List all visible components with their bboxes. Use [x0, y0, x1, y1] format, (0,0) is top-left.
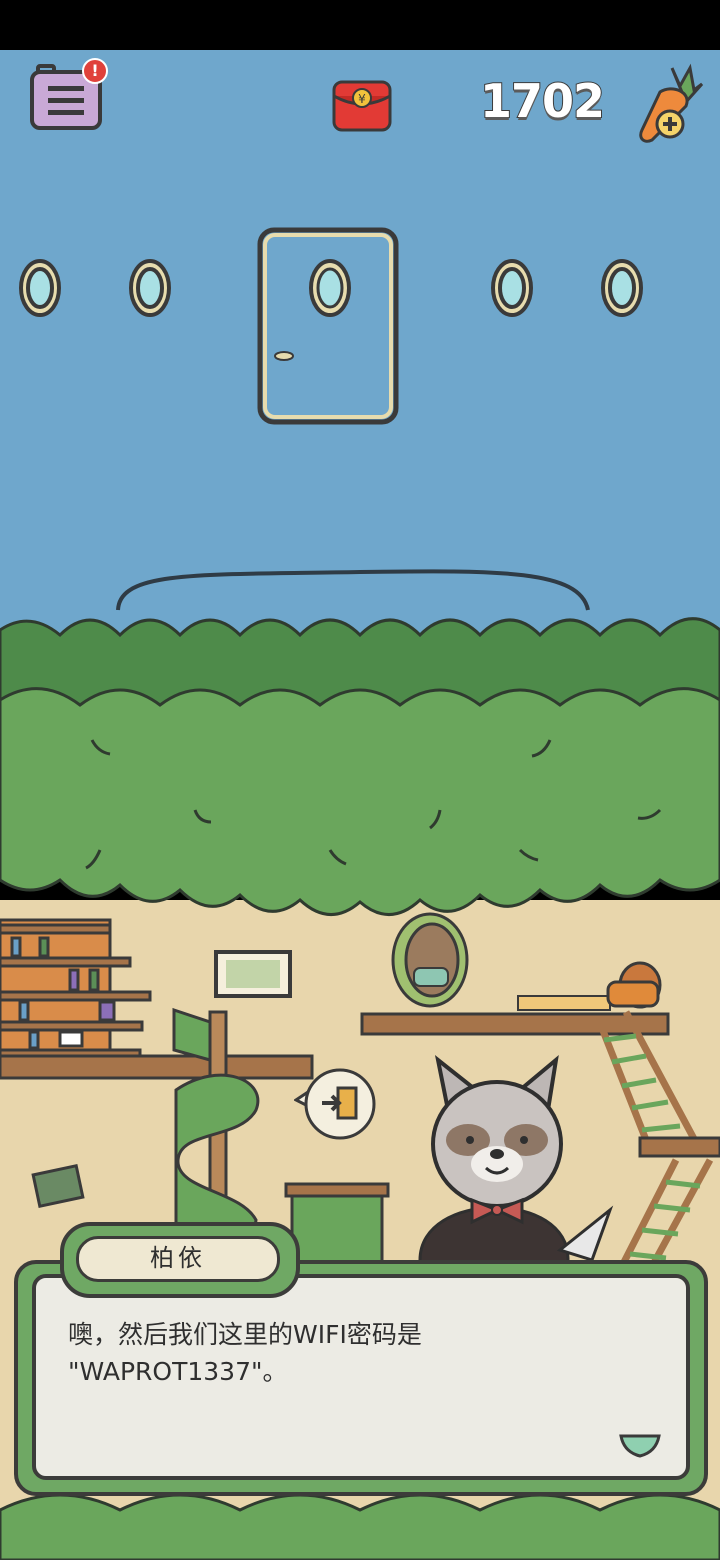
red-envelope-button[interactable]: ¥ — [330, 76, 394, 134]
red-envelope-icon: ¥ — [332, 80, 392, 132]
alert-badge: ! — [82, 58, 108, 84]
continue-arrow-icon — [619, 1434, 661, 1458]
exit-door-icon — [293, 1068, 376, 1140]
speaker-name: 柏依 — [150, 1244, 206, 1272]
carrot-count: 1702 — [479, 73, 606, 129]
speaker-nameplate: 柏依 — [60, 1222, 300, 1298]
dialogue-text: 噢，然后我们这里的WIFI密码是 "WAPROT1337"。 — [68, 1320, 422, 1386]
continue-button[interactable] — [618, 1430, 662, 1460]
hanging-chair — [391, 912, 469, 1008]
svg-text:¥: ¥ — [358, 92, 366, 106]
add-carrots-button[interactable] — [632, 62, 706, 146]
room-doorway[interactable] — [256, 226, 400, 426]
status-bar — [0, 0, 720, 50]
exit-room-button[interactable] — [293, 1068, 378, 1144]
carrot-add-icon — [639, 63, 704, 143]
